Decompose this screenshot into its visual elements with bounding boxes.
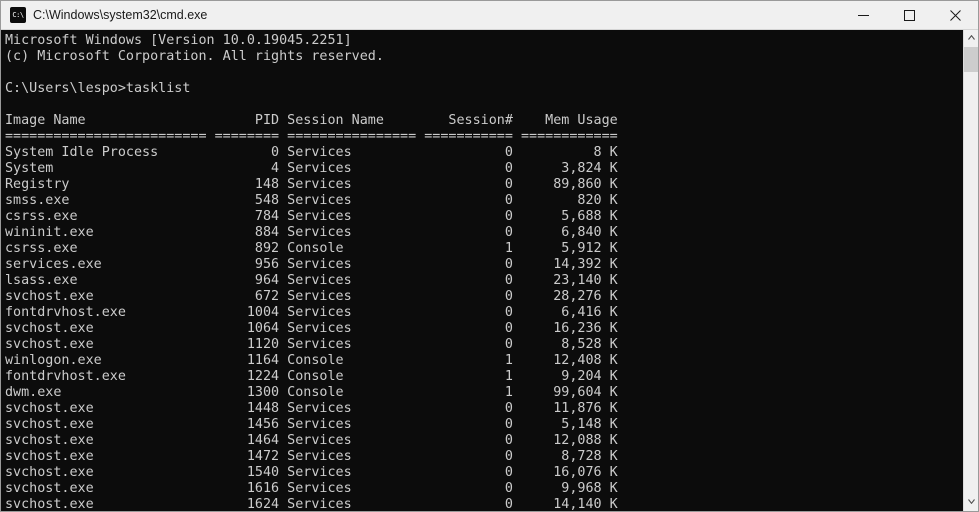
- maximize-icon: [903, 9, 915, 21]
- terminal-line: csrss.exe 784 Services 0 5,688 K: [5, 209, 618, 224]
- scroll-down-button[interactable]: [964, 494, 978, 511]
- terminal-line: System 4 Services 0 3,824 K: [5, 161, 618, 176]
- chevron-up-icon: [967, 35, 975, 40]
- close-icon: [949, 9, 961, 21]
- terminal-line: System Idle Process 0 Services 0 8 K: [5, 145, 618, 160]
- terminal-line: ========================= ======== =====…: [5, 129, 618, 144]
- terminal-line: fontdrvhost.exe 1004 Services 0 6,416 K: [5, 305, 618, 320]
- terminal-text-buffer: Microsoft Windows [Version 10.0.19045.22…: [5, 33, 618, 511]
- minimize-icon: [857, 14, 869, 16]
- terminal-line: Registry 148 Services 0 89,860 K: [5, 177, 618, 192]
- terminal-line: dwm.exe 1300 Console 1 99,604 K: [5, 385, 618, 400]
- titlebar[interactable]: C:\ C:\Windows\system32\cmd.exe: [1, 1, 978, 30]
- terminal-line: lsass.exe 964 Services 0 23,140 K: [5, 273, 618, 288]
- maximize-button[interactable]: [886, 1, 932, 30]
- terminal-line: (c) Microsoft Corporation. All rights re…: [5, 49, 384, 64]
- cmd-icon: C:\: [10, 7, 26, 23]
- terminal-line: svchost.exe 1456 Services 0 5,148 K: [5, 417, 618, 432]
- terminal-line: Microsoft Windows [Version 10.0.19045.22…: [5, 33, 352, 48]
- terminal-line: svchost.exe 1624 Services 0 14,140 K: [5, 497, 618, 511]
- terminal-line: wininit.exe 884 Services 0 6,840 K: [5, 225, 618, 240]
- scrollbar-track[interactable]: [964, 47, 978, 494]
- terminal-line: services.exe 956 Services 0 14,392 K: [5, 257, 618, 272]
- minimize-button[interactable]: [840, 1, 886, 30]
- close-button[interactable]: [932, 1, 978, 30]
- terminal-line: svchost.exe 1064 Services 0 16,236 K: [5, 321, 618, 336]
- terminal-line: C:\Users\lespo>tasklist: [5, 81, 191, 96]
- cmd-window: C:\ C:\Windows\system32\cmd.exe Microsof…: [0, 0, 979, 512]
- terminal-line: smss.exe 548 Services 0 820 K: [5, 193, 618, 208]
- chevron-down-icon: [967, 499, 975, 504]
- terminal-line: winlogon.exe 1164 Console 1 12,408 K: [5, 353, 618, 368]
- vertical-scrollbar[interactable]: [963, 30, 978, 511]
- terminal-line: svchost.exe 1540 Services 0 16,076 K: [5, 465, 618, 480]
- window-title: C:\Windows\system32\cmd.exe: [33, 8, 208, 22]
- terminal-line: svchost.exe 1120 Services 0 8,528 K: [5, 337, 618, 352]
- terminal-line: svchost.exe 672 Services 0 28,276 K: [5, 289, 618, 304]
- scroll-up-button[interactable]: [964, 30, 978, 47]
- terminal-line: Image Name PID Session Name Session# Mem…: [5, 113, 618, 128]
- terminal-line: svchost.exe 1472 Services 0 8,728 K: [5, 449, 618, 464]
- scrollbar-thumb[interactable]: [964, 47, 978, 73]
- terminal-line: fontdrvhost.exe 1224 Console 1 9,204 K: [5, 369, 618, 384]
- terminal-line: svchost.exe 1616 Services 0 9,968 K: [5, 481, 618, 496]
- terminal-screen[interactable]: Microsoft Windows [Version 10.0.19045.22…: [1, 30, 963, 511]
- terminal-line: svchost.exe 1464 Services 0 12,088 K: [5, 433, 618, 448]
- terminal-line: svchost.exe 1448 Services 0 11,876 K: [5, 401, 618, 416]
- terminal-line: csrss.exe 892 Console 1 5,912 K: [5, 241, 618, 256]
